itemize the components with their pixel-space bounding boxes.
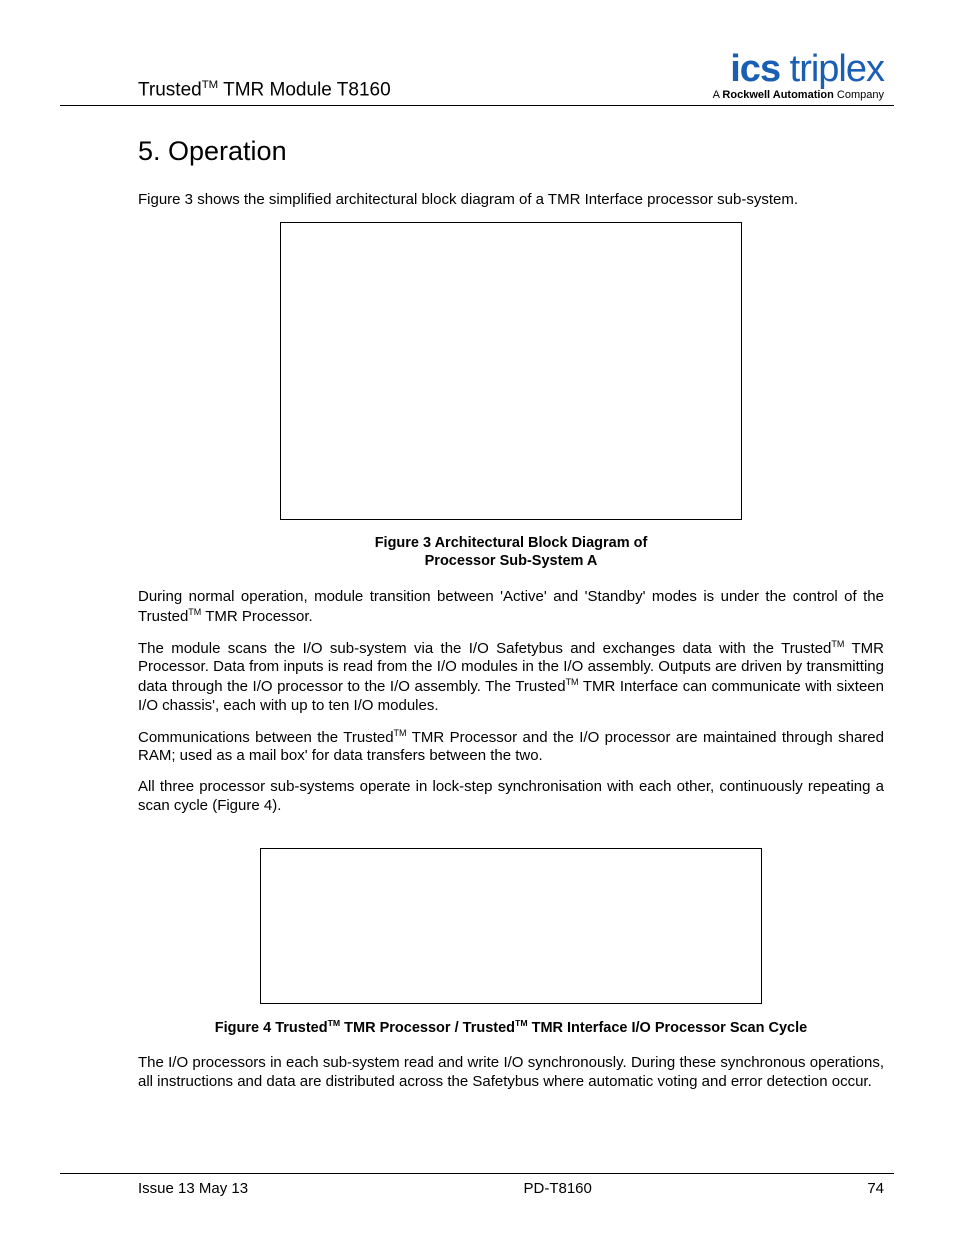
figure-3-caption: Figure 3 Architectural Block Diagram of … bbox=[138, 534, 884, 570]
footer-page-number: 74 bbox=[867, 1180, 884, 1197]
logo: ics triplex A Rockwell Automation Compan… bbox=[713, 50, 884, 101]
tm-mark: TM bbox=[328, 1018, 341, 1028]
logo-ics: ics bbox=[730, 48, 780, 90]
fig4-c: TMR Interface I/O Processor Scan Cycle bbox=[528, 1019, 808, 1035]
tm-mark: TM bbox=[188, 607, 201, 617]
p2-a: The module scans the I/O sub-system via … bbox=[138, 640, 831, 657]
tm-mark: TM bbox=[515, 1018, 528, 1028]
tm-mark: TM bbox=[394, 728, 407, 738]
footer-issue: Issue 13 May 13 bbox=[138, 1180, 248, 1197]
logo-subtitle: A Rockwell Automation Company bbox=[713, 90, 884, 101]
footer-docid: PD-T8160 bbox=[524, 1180, 592, 1197]
page: TrustedTM TMR Module T8160 ics triplex A… bbox=[0, 0, 954, 1235]
figure-4-box bbox=[260, 848, 762, 1004]
paragraph-5: The I/O processors in each sub-system re… bbox=[138, 1054, 884, 1092]
page-header: TrustedTM TMR Module T8160 ics triplex A… bbox=[60, 50, 894, 106]
content-area: 5. Operation Figure 3 shows the simplifi… bbox=[60, 136, 894, 1092]
p3-a: Communications between the Trusted bbox=[138, 729, 394, 746]
logo-sub-a: A bbox=[713, 89, 723, 101]
intro-paragraph: Figure 3 shows the simplified architectu… bbox=[138, 191, 884, 210]
section-heading: 5. Operation bbox=[138, 136, 884, 167]
header-prefix: Trusted bbox=[138, 79, 202, 100]
paragraph-1: During normal operation, module transiti… bbox=[138, 588, 884, 627]
logo-main: ics triplex bbox=[713, 50, 884, 88]
header-suffix: TMR Module T8160 bbox=[218, 79, 391, 100]
logo-sub-co: Company bbox=[834, 89, 884, 101]
logo-triplex: triplex bbox=[780, 48, 884, 90]
page-footer: Issue 13 May 13 PD-T8160 74 bbox=[60, 1173, 894, 1197]
p1-b: TMR Processor. bbox=[201, 608, 312, 625]
fig3-caption-line2: Processor Sub-System A bbox=[425, 553, 598, 569]
figure-3-box bbox=[280, 222, 742, 520]
paragraph-3: Communications between the TrustedTM TMR… bbox=[138, 728, 884, 767]
paragraph-2: The module scans the I/O sub-system via … bbox=[138, 639, 884, 716]
tm-mark: TM bbox=[202, 79, 218, 91]
tm-mark: TM bbox=[566, 677, 579, 687]
logo-sub-ra: Rockwell Automation bbox=[722, 89, 833, 101]
fig4-a: Figure 4 Trusted bbox=[215, 1019, 328, 1035]
fig3-caption-line1: Figure 3 Architectural Block Diagram of bbox=[375, 535, 648, 551]
tm-mark: TM bbox=[831, 639, 844, 649]
fig4-b: TMR Processor / Trusted bbox=[340, 1019, 515, 1035]
figure-4-caption: Figure 4 TrustedTM TMR Processor / Trust… bbox=[138, 1018, 884, 1037]
paragraph-4: All three processor sub-systems operate … bbox=[138, 778, 884, 816]
header-product-title: TrustedTM TMR Module T8160 bbox=[138, 79, 391, 101]
